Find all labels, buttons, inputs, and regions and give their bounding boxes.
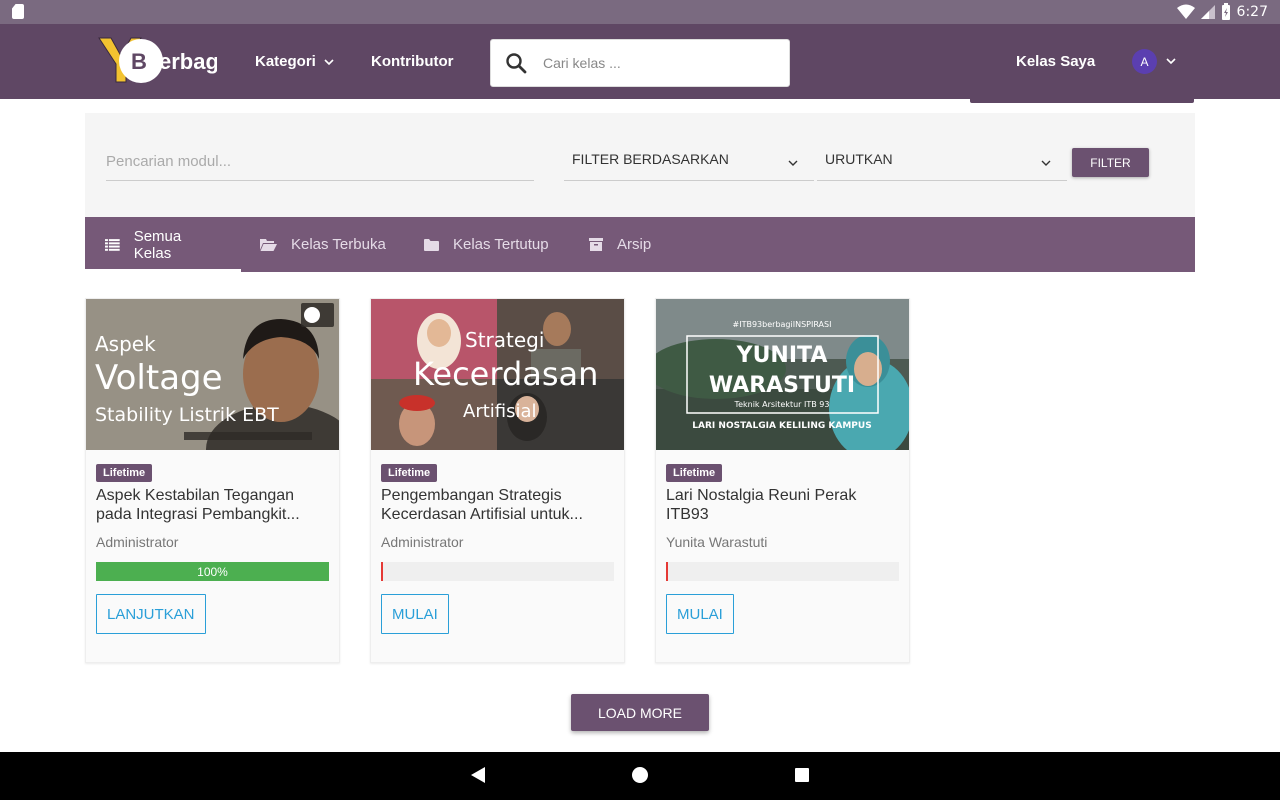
wifi-icon xyxy=(1176,4,1195,19)
course-card[interactable]: Aspek Voltage Stability Listrik EBT Life… xyxy=(85,298,340,663)
tab-archive[interactable]: Arsip xyxy=(589,217,651,272)
clock: 6:27 xyxy=(1236,3,1268,20)
course-card[interactable]: #ITB93berbagiINSPIRASI YUNITA WARASTUTI … xyxy=(655,298,910,663)
course-title[interactable]: Aspek Kestabilan Tegangan pada Integrasi… xyxy=(96,486,331,524)
nav-contributor-label: Kontributor xyxy=(371,53,454,70)
recents-icon[interactable] xyxy=(794,766,810,784)
course-title[interactable]: Lari Nostalgia Reuni Perak ITB93 xyxy=(666,486,901,524)
home-icon[interactable] xyxy=(631,766,649,784)
archive-icon xyxy=(589,238,603,251)
thumb-text: Aspek xyxy=(95,332,156,356)
nav-my-classes-label: Kelas Saya xyxy=(1016,53,1096,70)
lifetime-badge: Lifetime xyxy=(96,464,153,482)
continue-button[interactable]: LANJUTKAN xyxy=(96,594,206,634)
module-search-input[interactable] xyxy=(106,153,534,170)
chevron-down-icon xyxy=(1041,160,1051,166)
sort-dropdown[interactable]: URUTKAN xyxy=(817,151,1067,181)
filter-by-label: FILTER BERDASARKAN xyxy=(572,151,729,167)
chevron-down-icon xyxy=(324,58,334,65)
course-progress: 100% xyxy=(96,562,329,581)
svg-text:B: B xyxy=(131,49,147,74)
brand-logo[interactable]: B erbagi xyxy=(97,36,225,86)
course-thumbnail[interactable]: #ITB93berbagiINSPIRASI YUNITA WARASTUTI … xyxy=(656,299,909,450)
load-more-button[interactable]: LOAD MORE xyxy=(571,694,709,731)
thumb-text: Artifisial xyxy=(463,401,537,422)
class-tabs: Semua Kelas Kelas Terbuka Kelas Tertutup… xyxy=(85,217,1195,272)
tab-label: Arsip xyxy=(617,236,652,253)
course-card[interactable]: Strategi Kecerdasan Artifisial Lifetime … xyxy=(370,298,625,663)
start-button[interactable]: MULAI xyxy=(666,594,734,634)
tab-open-classes[interactable]: Kelas Terbuka xyxy=(260,217,386,272)
signal-icon xyxy=(1200,4,1215,19)
course-thumbnail[interactable]: Aspek Voltage Stability Listrik EBT xyxy=(86,299,339,450)
nav-my-classes[interactable]: Kelas Saya xyxy=(1016,53,1095,70)
tab-label: Kelas Terbuka xyxy=(291,236,386,253)
sort-label: URUTKAN xyxy=(825,151,893,167)
thumb-text: Kecerdasan xyxy=(413,355,598,393)
filter-by-dropdown[interactable]: FILTER BERDASARKAN xyxy=(564,151,814,181)
tab-label: Kelas Tertutup xyxy=(453,236,549,253)
course-title[interactable]: Pengembangan Strategis Kecerdasan Artifi… xyxy=(381,486,616,524)
nav-category-label: Kategori xyxy=(255,53,316,70)
svg-text:erbagi: erbagi xyxy=(159,49,217,74)
system-nav-bar xyxy=(0,752,1280,800)
progress-fill xyxy=(666,562,668,581)
course-progress xyxy=(381,562,614,581)
status-bar: 6:27 xyxy=(0,0,1280,24)
tab-all-classes[interactable]: Semua Kelas xyxy=(85,217,241,272)
tab-closed-classes[interactable]: Kelas Tertutup xyxy=(424,217,549,272)
thumb-text: WARASTUTI xyxy=(709,373,855,398)
module-search[interactable] xyxy=(106,153,534,181)
progress-label: 100% xyxy=(197,565,228,579)
active-tab-indicator xyxy=(85,269,241,272)
thumb-text: YUNITA xyxy=(736,343,828,368)
folder-open-icon xyxy=(260,239,277,251)
course-thumbnail[interactable]: Strategi Kecerdasan Artifisial xyxy=(371,299,624,450)
thumb-text: Strategi xyxy=(465,328,544,352)
lifetime-badge: Lifetime xyxy=(381,464,438,482)
battery-icon xyxy=(1221,3,1230,20)
course-progress xyxy=(666,562,899,581)
thumb-text: Voltage xyxy=(95,358,223,398)
tab-label: Semua Kelas xyxy=(133,227,182,262)
nav-contributor[interactable]: Kontributor xyxy=(371,53,453,70)
sd-card-icon xyxy=(12,4,24,19)
header-stub-bar xyxy=(970,99,1194,103)
thumb-text: LARI NOSTALGIA KELILING KAMPUS xyxy=(692,421,871,431)
progress-fill xyxy=(381,562,383,581)
course-author: Yunita Warastuti xyxy=(666,534,768,550)
thumb-text: Teknik Arsitektur ITB 93 xyxy=(734,400,830,409)
status-icons: 6:27 xyxy=(1176,3,1268,20)
lifetime-badge: Lifetime xyxy=(666,464,723,482)
nav-category[interactable]: Kategori xyxy=(255,53,334,70)
thumb-text: #ITB93berbagiINSPIRASI xyxy=(733,320,832,329)
start-button[interactable]: MULAI xyxy=(381,594,449,634)
search-input[interactable] xyxy=(543,55,763,71)
filter-button[interactable]: FILTER xyxy=(1072,148,1149,177)
search-icon xyxy=(506,53,527,74)
avatar[interactable]: A xyxy=(1132,49,1157,74)
thumb-text: Stability Listrik EBT xyxy=(95,404,279,426)
list-icon xyxy=(105,238,120,251)
folder-icon xyxy=(424,238,439,251)
app-header: B erbagi Kategori Kontributor Kelas Saya… xyxy=(0,24,1280,99)
filter-panel: FILTER BERDASARKAN URUTKAN FILTER xyxy=(85,113,1195,217)
search-box[interactable] xyxy=(490,39,790,87)
course-author: Administrator xyxy=(381,534,464,550)
chevron-down-icon xyxy=(788,160,798,166)
chevron-down-icon[interactable] xyxy=(1166,57,1176,65)
course-author: Administrator xyxy=(96,534,179,550)
back-icon[interactable] xyxy=(470,766,486,784)
